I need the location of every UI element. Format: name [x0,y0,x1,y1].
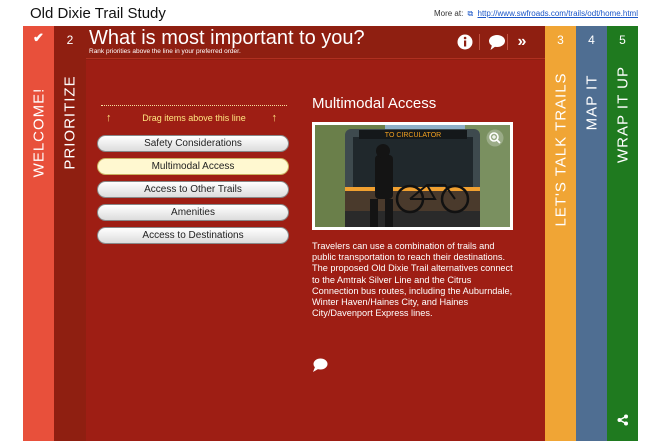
drag-hint-text: Drag items above this line [142,113,246,123]
bus-bike-rack-photo[interactable]: TO CIRCULATOR [312,122,513,230]
priority-item-multimodal[interactable]: Multimodal Access [97,158,289,175]
zoom-in-icon[interactable] [486,129,504,147]
tab-lets-talk-trails[interactable]: 3 LET'S TALK TRAILS [545,26,576,441]
tab-wrap-number: 5 [619,33,626,47]
priority-item-amenities[interactable]: Amenities [97,204,289,221]
tab-map-number: 4 [588,33,595,47]
info-icon[interactable] [455,32,475,52]
drag-hint: ↑ Drag items above this line ↑ [101,112,287,126]
page-subtitle: Rank priorities above the line in your p… [89,48,241,55]
page-title: What is most important to you? [89,27,365,49]
tab-prioritize[interactable]: 2 PRIORITIZE [54,26,86,441]
panel-header: What is most important to you? Rank prio… [86,26,545,59]
priority-item-destinations[interactable]: Access to Destinations [97,227,289,244]
share-icon[interactable] [617,413,629,431]
double-chevron-right-icon[interactable]: » [512,32,532,52]
tab-prioritize-number: 2 [66,33,74,47]
comment-icon[interactable] [312,357,328,378]
tab-welcome-label: WELCOME! [30,87,47,178]
tab-talk-number: 3 [557,33,564,47]
tab-map-it[interactable]: 4 MAP IT [576,26,607,441]
priority-list: Safety Considerations Multimodal Access … [97,135,289,250]
priority-item-safety[interactable]: Safety Considerations [97,135,289,152]
tab-wrap-label: WRAP IT UP [614,66,631,163]
external-link-icon: ⧉ [467,9,474,18]
content-area: ↑ Drag items above this line ↑ Safety Co… [86,60,545,441]
more-at-label: More at: [433,9,464,18]
detail-title: Multimodal Access [312,95,437,112]
tab-map-label: MAP IT [583,74,600,131]
comment-icon[interactable] [487,32,507,52]
priority-drop-line [101,105,287,106]
prioritize-panel: What is most important to you? Rank prio… [86,26,545,441]
tab-welcome[interactable]: ✔ WELCOME! [23,26,54,441]
photo-illustration: TO CIRCULATOR [315,125,510,227]
header-divider [507,34,508,50]
more-link[interactable]: http://www.swfroads.com/trails/odt/home.… [478,9,639,18]
header-divider [479,34,480,50]
tab-wrap-it-up[interactable]: 5 WRAP IT UP [607,26,638,441]
up-arrow-icon: ↑ [271,112,278,124]
bus-destination-sign: TO CIRCULATOR [385,132,441,139]
app-title: Old Dixie Trail Study [30,5,166,22]
check-icon: ✔ [33,30,44,45]
top-bar: Old Dixie Trail Study More at: ⧉ http://… [0,0,646,26]
more-at: More at: ⧉ http://www.swfroads.com/trail… [434,9,638,19]
detail-description: Travelers can use a combination of trail… [312,241,513,319]
tab-prioritize-label: PRIORITIZE [61,75,79,170]
tab-talk-label: LET'S TALK TRAILS [552,72,569,227]
priority-item-other-trails[interactable]: Access to Other Trails [97,181,289,198]
